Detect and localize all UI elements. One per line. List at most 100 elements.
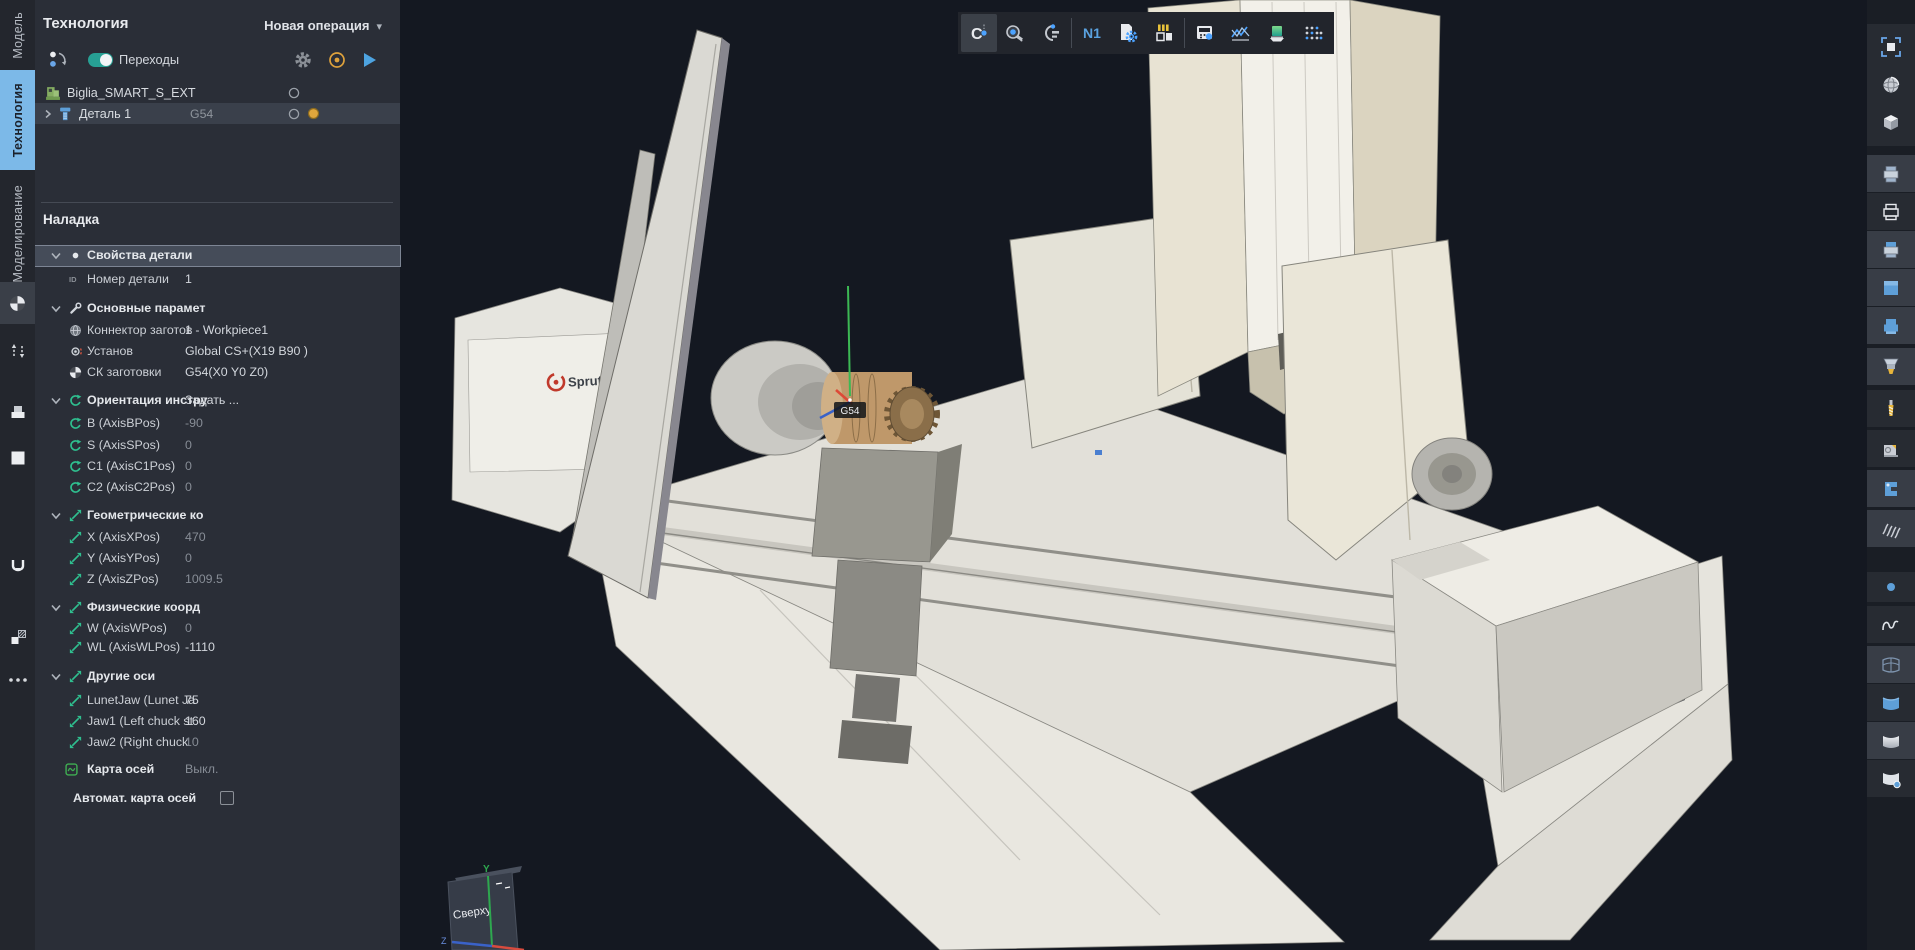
workpiece-cs-icon[interactable] <box>0 291 35 315</box>
prop-section-physical-coords[interactable]: Физические коорд <box>35 598 400 618</box>
prop-section-geometric-coords[interactable]: Геометрические ко <box>35 506 400 526</box>
prop-value[interactable]: Global CS+(X19 B90 ) <box>185 344 308 358</box>
transitions-toggle[interactable] <box>88 53 113 67</box>
prop-row-jaw1[interactable]: Jaw1 (Left chuck st 160 <box>35 712 400 732</box>
operations-icon[interactable] <box>48 49 70 71</box>
stock-solid-icon[interactable] <box>1867 155 1915 192</box>
prop-row-axis-x[interactable]: X (AxisXPos) 470 <box>35 528 400 548</box>
prop-value[interactable]: 75 <box>185 693 199 707</box>
prop-value[interactable]: -90 <box>185 416 203 430</box>
prop-row-axes-map[interactable]: Карта осей Выкл. <box>35 760 400 780</box>
point-icon[interactable] <box>1867 572 1915 602</box>
auto-axes-checkbox[interactable] <box>220 791 234 805</box>
calculator-icon[interactable] <box>1187 14 1223 52</box>
chevron-down-icon[interactable] <box>51 512 61 520</box>
prop-row-axis-y[interactable]: Y (AxisYPos) 0 <box>35 549 400 569</box>
machine-head-icon[interactable] <box>1867 430 1915 467</box>
new-operation-button[interactable]: Новая операция▾ <box>264 18 382 33</box>
chevron-down-icon[interactable] <box>51 673 61 681</box>
tab-technology[interactable]: Технология <box>0 70 35 170</box>
expander-icon[interactable] <box>43 109 53 119</box>
prop-value[interactable]: 1 <box>185 272 192 286</box>
view-cube[interactable]: Сверху Y Z <box>441 864 524 950</box>
prop-row-setup[interactable]: Установ Global CS+(X19 B90 ) <box>35 342 400 362</box>
prop-value[interactable]: 10 <box>185 735 199 749</box>
tree-row-part[interactable]: Деталь 1 G54 <box>35 103 400 124</box>
stock-icon[interactable] <box>0 400 35 424</box>
spline-icon[interactable] <box>1867 606 1915 643</box>
chevron-down-icon[interactable] <box>51 252 61 260</box>
part-square-icon[interactable] <box>0 446 35 470</box>
tree-row-machine[interactable]: Biglia_SMART_S_EXT <box>35 82 400 103</box>
iso-view-icon[interactable] <box>1867 104 1915 141</box>
prop-row-workpiece-connector[interactable]: Коннектор заготов 1 - Workpiece1 <box>35 321 400 341</box>
surface-wire-icon[interactable] <box>1867 646 1915 683</box>
gcode-n1-button[interactable]: N1 <box>1074 14 1110 52</box>
prop-row-axis-wl[interactable]: WL (AxisWLPos) -1110 <box>35 638 400 658</box>
prop-value[interactable]: Выкл. <box>185 762 218 776</box>
clamp-icon[interactable] <box>0 554 35 578</box>
prop-value[interactable]: 0 <box>185 480 192 494</box>
prop-row-axis-c1[interactable]: C1 (AxisC1Pos) 0 <box>35 457 400 477</box>
stock-stack-icon[interactable] <box>1259 14 1295 52</box>
prop-value[interactable]: Задать ... <box>185 393 239 407</box>
prop-value[interactable]: 0 <box>185 459 192 473</box>
prop-row-jaw2[interactable]: Jaw2 (Right chuck 10 <box>35 733 400 753</box>
prop-value[interactable]: 1009.5 <box>185 572 223 586</box>
axis-icon <box>69 509 82 522</box>
prop-row-lunetjaw[interactable]: LunetJaw (Lunet Ja 75 <box>35 691 400 711</box>
prop-row-axis-z[interactable]: Z (AxisZPos) 1009.5 <box>35 570 400 590</box>
tab-simulation[interactable]: Моделирование <box>0 174 35 294</box>
prop-row-axis-b[interactable]: B (AxisBPos) -90 <box>35 414 400 434</box>
prop-value[interactable]: -1110 <box>185 640 215 654</box>
prop-value[interactable]: G54(X0 Y0 Z0) <box>185 365 268 379</box>
prop-value[interactable]: 0 <box>185 551 192 565</box>
prop-section-other-axes[interactable]: Другие оси <box>35 667 400 687</box>
tool-crib-icon[interactable] <box>1146 14 1182 52</box>
array-dots-icon[interactable] <box>1295 14 1331 52</box>
settings-gear-icon[interactable] <box>293 50 313 70</box>
machine-fixture-icon[interactable] <box>1867 470 1915 507</box>
prop-row-axis-w[interactable]: W (AxisWPos) 0 <box>35 619 400 639</box>
play-icon[interactable] <box>361 51 379 69</box>
caliper-icon[interactable] <box>1033 14 1069 52</box>
prop-value[interactable]: 470 <box>185 530 206 544</box>
prop-value[interactable]: 0 <box>185 438 192 452</box>
stock-combo-icon[interactable] <box>1867 231 1915 268</box>
toolpath-hatch-icon[interactable] <box>1867 510 1915 547</box>
chevron-down-icon[interactable] <box>51 397 61 405</box>
fixture-funnel-icon[interactable] <box>1867 348 1915 385</box>
part-box-icon[interactable] <box>1867 269 1915 306</box>
surface-blue-icon[interactable] <box>1867 684 1915 721</box>
prop-value[interactable]: 0 <box>185 621 192 635</box>
fixture-hatch-icon[interactable] <box>0 625 35 649</box>
prop-section-main-params[interactable]: Основные парамет <box>35 299 400 319</box>
prop-row-axis-s[interactable]: S (AxisSPos) 0 <box>35 436 400 456</box>
micrometer-icon[interactable] <box>997 14 1033 52</box>
fit-view-icon[interactable] <box>1867 28 1915 65</box>
lathe-part-icon[interactable]: C <box>961 14 997 52</box>
prop-section-tool-orientation[interactable]: Ориентация инстру Задать ... <box>35 391 400 411</box>
prop-row-part-number[interactable]: ID Номер детали 1 <box>35 270 400 290</box>
orbit-icon[interactable] <box>1867 66 1915 103</box>
prop-row-axis-c2[interactable]: C2 (AxisC2Pos) 0 <box>35 478 400 498</box>
surface-shaded-icon[interactable] <box>1867 722 1915 759</box>
transform-arrows-icon[interactable] <box>0 339 35 363</box>
stock-wire-icon[interactable] <box>1867 193 1915 230</box>
simulation-target-icon[interactable] <box>327 50 347 70</box>
graph-icon[interactable] <box>1223 14 1259 52</box>
chevron-down-icon[interactable] <box>51 604 61 612</box>
prop-value[interactable]: 1 - Workpiece1 <box>185 323 268 337</box>
tool-drill-icon[interactable] <box>1867 390 1915 427</box>
3d-viewport[interactable]: SprutCAM sprutcam <box>400 0 1915 950</box>
chevron-down-icon[interactable] <box>51 305 61 313</box>
surface-point-icon[interactable] <box>1867 760 1915 797</box>
prop-value[interactable]: 160 <box>185 714 206 728</box>
postprocessor-icon[interactable] <box>1110 14 1146 52</box>
more-icon[interactable] <box>0 668 35 692</box>
tab-model[interactable]: Модель <box>0 4 35 66</box>
prop-section-part-properties[interactable]: Свойства детали <box>35 246 400 266</box>
prop-row-auto-axes-map[interactable]: Автомат. карта осей <box>35 789 400 809</box>
prop-row-workpiece-cs[interactable]: СК заготовки G54(X0 Y0 Z0) <box>35 363 400 383</box>
part-small-icon[interactable] <box>1867 307 1915 344</box>
